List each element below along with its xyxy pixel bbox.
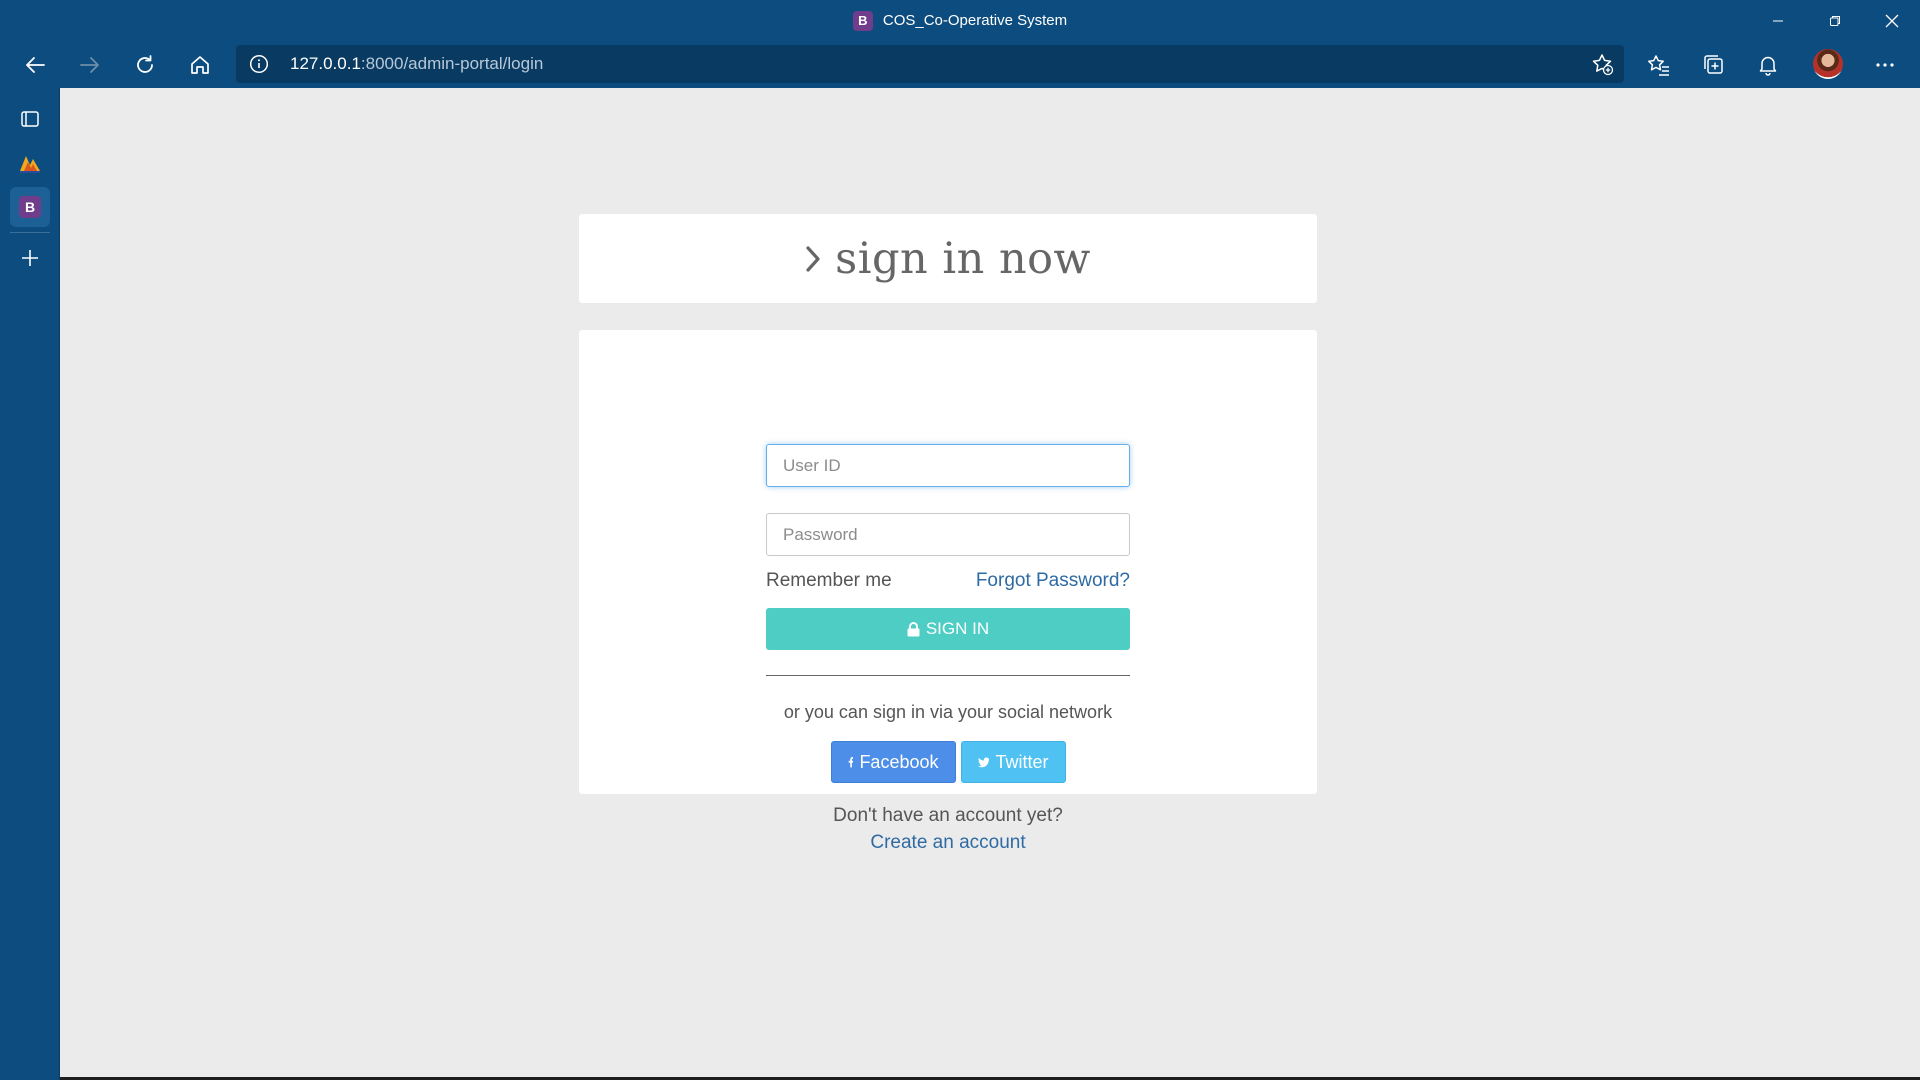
url-text[interactable]: 127.0.0.1:8000/admin-portal/login: [290, 45, 543, 83]
user-id-input[interactable]: [766, 444, 1130, 487]
refresh-icon: [137, 55, 153, 73]
back-arrow-icon: [26, 57, 45, 73]
info-icon[interactable]: [249, 54, 269, 74]
facebook-icon: [848, 757, 854, 768]
login-title-card: sign in now: [579, 214, 1317, 303]
favorites-icon: [1648, 55, 1669, 76]
tab-actions-icon: [21, 111, 39, 127]
collections-button[interactable]: [1694, 45, 1734, 85]
facebook-label: Facebook: [859, 751, 939, 772]
forward-arrow-icon: [80, 57, 99, 73]
window-titlebar: B COS_Co-Operative System: [0, 0, 1920, 41]
sidebar-tab-current[interactable]: B: [10, 187, 50, 227]
tab-favicon: B: [852, 10, 873, 31]
social-signin-text: or you can sign in via your social netwo…: [783, 702, 1113, 722]
page-viewport: sign in now Remember me Forgot Password?…: [60, 88, 1920, 1080]
browser-toolbar: 127.0.0.1:8000/admin-portal/login: [0, 41, 1920, 88]
more-icon: [1876, 63, 1894, 67]
new-tab-button[interactable]: [10, 238, 50, 278]
social-buttons: Facebook Twitter: [579, 741, 1317, 783]
form-divider: [766, 675, 1130, 676]
facebook-button[interactable]: Facebook: [830, 741, 956, 783]
favorites-button[interactable]: [1639, 45, 1679, 85]
refresh-button[interactable]: [125, 45, 165, 85]
twitter-icon: [977, 757, 990, 767]
close-icon: [1885, 14, 1898, 27]
url-path: :8000/admin-portal/login: [360, 54, 544, 73]
password-input[interactable]: [766, 513, 1130, 556]
minimize-icon: [1772, 20, 1783, 21]
home-icon: [191, 56, 209, 74]
window-title: COS_Co-Operative System: [882, 12, 1068, 29]
restore-icon: [1829, 15, 1840, 26]
url-host: 127.0.0.1: [290, 54, 361, 73]
sidebar-divider: [10, 232, 50, 233]
twitter-button[interactable]: Twitter: [960, 741, 1066, 783]
remember-me-label[interactable]: Remember me: [766, 570, 892, 592]
sidebar-tab-favicon: B: [19, 196, 41, 218]
twitter-label: Twitter: [995, 751, 1049, 772]
add-favorite-icon[interactable]: [1590, 52, 1614, 76]
browser-sidebar: B: [0, 88, 60, 1080]
plus-icon: [22, 250, 38, 266]
notifications-button[interactable]: [1748, 45, 1788, 85]
collections-icon: [1704, 55, 1723, 74]
app-logo-icon: [20, 156, 40, 173]
forward-button[interactable]: [70, 45, 110, 85]
address-bar[interactable]: 127.0.0.1:8000/admin-portal/login: [236, 45, 1624, 83]
sign-in-label: SIGN IN: [925, 619, 990, 638]
restore-button[interactable]: [1806, 0, 1863, 41]
close-window-button[interactable]: [1863, 0, 1920, 41]
lock-icon: [907, 621, 920, 636]
home-button[interactable]: [180, 45, 220, 85]
chevron-right-icon: [806, 245, 820, 272]
bell-icon: [1759, 56, 1777, 76]
tab-actions-button[interactable]: [10, 99, 50, 139]
sign-in-button[interactable]: SIGN IN: [766, 608, 1130, 650]
back-button[interactable]: [15, 45, 55, 85]
create-account-link[interactable]: Create an account: [579, 832, 1317, 854]
forgot-password-link[interactable]: Forgot Password?: [976, 570, 1130, 592]
login-form-card: Remember me Forgot Password? SIGN IN or …: [579, 330, 1317, 853]
pwa-app-button[interactable]: [10, 143, 50, 183]
minimize-button[interactable]: [1749, 0, 1806, 41]
more-button[interactable]: [1865, 45, 1905, 85]
profile-avatar[interactable]: [1813, 49, 1843, 79]
window-controls: [1749, 0, 1920, 41]
login-heading: sign in now: [835, 233, 1091, 284]
no-account-text: Don't have an account yet?: [833, 805, 1063, 826]
window-title-area: B COS_Co-Operative System: [0, 0, 1920, 41]
